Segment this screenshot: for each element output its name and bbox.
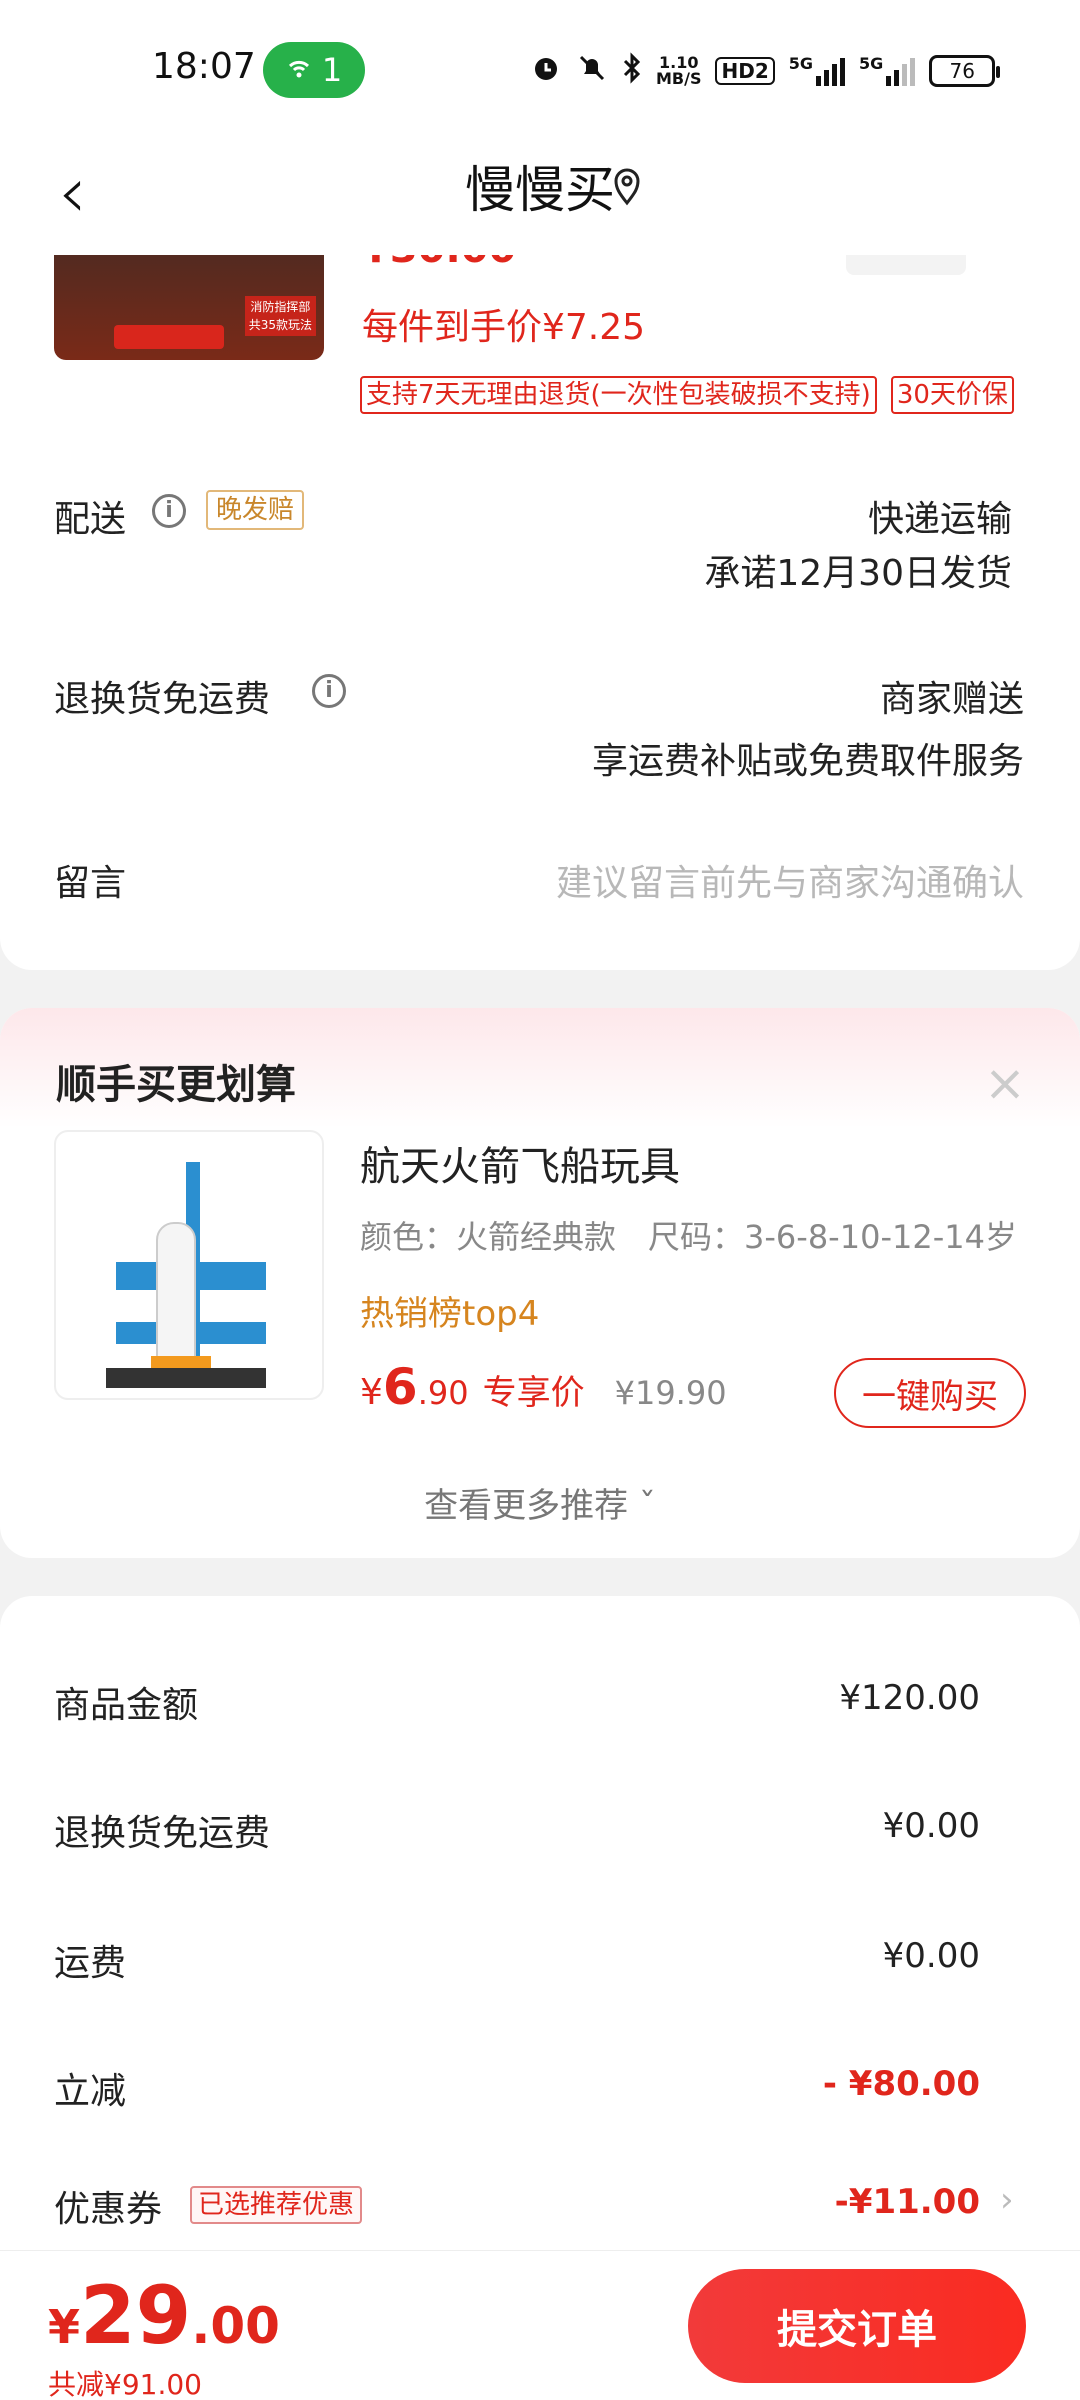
status-time: 18:07 (152, 46, 256, 87)
summary-value: - ¥80.00 (822, 2064, 980, 2104)
exclusive-price-label: 专享价 (482, 1373, 585, 1413)
late-compensation-badge: 晚发赔 (206, 490, 305, 530)
hot-rank-label: 热销榜top4 (360, 1294, 540, 1334)
net-speed: 1.10 MB/S (656, 55, 701, 87)
location-pin-icon[interactable] (612, 166, 642, 206)
one-click-buy-button[interactable]: 一键购买 (834, 1358, 1026, 1428)
coupon-recommended-tag: 已选推荐优惠 (190, 2186, 363, 2224)
return-shipping-value: 商家赠送 (879, 679, 1024, 720)
recommend-card: 顺手买更划算 × 航天火箭飞船玩具 颜色：火箭经典款 尺码：3-6-8-10-1… (0, 1008, 1080, 1558)
mute-bell-icon (576, 52, 608, 91)
net-speed-unit: MB/S (656, 69, 702, 88)
summary-label: 退换货免运费 (54, 1813, 271, 1854)
hotspot-count: 1 (321, 51, 343, 89)
hotspot-pill[interactable]: 1 (263, 42, 365, 98)
recommend-product-image[interactable] (54, 1130, 324, 1400)
status-icons: 1.10 MB/S HD2 5G 5G 76 (530, 48, 1001, 94)
summary-label: 商品金额 (54, 1685, 199, 1726)
signal-2-icon: 5G (859, 54, 916, 86)
signal-1-icon: 5G (788, 54, 846, 86)
summary-value: ¥0.00 (882, 1806, 980, 1846)
summary-value: ¥120.00 (839, 1678, 980, 1718)
close-icon[interactable]: × (984, 1054, 1026, 1112)
price-protect-tag: 30天价保 (890, 376, 1014, 414)
alarm-icon (530, 52, 562, 91)
total-price: ¥29.00 (48, 2269, 280, 2362)
see-more-recommend-link[interactable]: 查看更多推荐 ˇ (0, 1478, 1080, 1527)
delivery-row[interactable]: 配送 i 晚发赔 快递运输 承诺12月30日发货 (54, 490, 1024, 600)
return-shipping-label: 退换货免运费 (54, 679, 271, 720)
rocket-base-graphic (106, 1368, 266, 1388)
delivery-method: 快递运输 (867, 499, 1012, 540)
summary-row-shipping: 运费 ¥0.00 (54, 1934, 980, 1994)
nav-bar: ‹ 慢慢买 (0, 140, 1080, 255)
message-input[interactable]: 建议留言前先与商家沟通确认 (556, 854, 1024, 906)
delivery-promise: 承诺12月30日发货 (704, 553, 1012, 594)
summary-value: -¥11.00 (834, 2182, 980, 2222)
bluetooth-icon (622, 51, 642, 91)
truck-graphic (114, 325, 224, 349)
page-title: 慢慢买 (465, 161, 615, 219)
per-item-price: 每件到手价¥7.25 (362, 307, 646, 348)
return-shipping-desc: 享运费补贴或免费取件服务 (591, 741, 1024, 782)
signal-1-label: 5G (788, 54, 814, 73)
order-item-card: 消防指挥部 共35款玩法 ¥30.00 每件到手价¥7.25 支持7天无理由退货… (0, 200, 1080, 970)
status-bar: 18:07 1 1.10 MB/S HD2 5G 5G 76 (0, 0, 1080, 140)
summary-label: 运费 (54, 1943, 127, 1984)
hotspot-icon (286, 51, 312, 89)
total-saved: 共减¥91.00 (48, 2368, 202, 2400)
image-tag-line2: 共35款玩法 (248, 318, 312, 332)
image-tag-line1: 消防指挥部 (250, 300, 311, 314)
product-image-tag: 消防指挥部 共35款玩法 (244, 296, 316, 336)
total-int: 29 (80, 2269, 192, 2362)
recommend-title: 顺手买更划算 (56, 1062, 296, 1108)
total-symbol: ¥ (48, 2300, 81, 2354)
summary-row-return-shipping: 退换货免运费 ¥0.00 (54, 1804, 980, 1864)
summary-row-discount: 立减 - ¥80.00 (54, 2062, 980, 2122)
return-shipping-row[interactable]: 退换货免运费 i 商家赠送 享运费补贴或免费取件服务 (54, 670, 1024, 782)
info-icon[interactable]: i (312, 674, 346, 708)
price-int: 6 (382, 1358, 418, 1416)
message-label: 留言 (54, 863, 127, 904)
chevron-right-icon[interactable]: › (1000, 2180, 1014, 2220)
hd-voice-icon: HD2 (715, 57, 775, 85)
info-icon[interactable]: i (152, 494, 186, 528)
service-tags: 支持7天无理由退货(一次性包装破损不支持) 30天价保 (360, 376, 1014, 414)
battery-level: 76 (949, 59, 975, 83)
recommend-product-name[interactable]: 航天火箭飞船玩具 (360, 1134, 680, 1192)
price-symbol: ¥ (360, 1372, 383, 1413)
submit-order-button[interactable]: 提交订单 (688, 2269, 1026, 2383)
summary-label: 立减 (54, 2071, 127, 2112)
battery-icon: 76 (929, 55, 1001, 87)
original-price: ¥19.90 (614, 1374, 727, 1412)
summary-row-goods: 商品金额 ¥120.00 (54, 1676, 980, 1736)
summary-label: 优惠券 (54, 2189, 163, 2230)
summary-value: ¥0.00 (882, 1936, 980, 1976)
top-header-area: 18:07 1 1.10 MB/S HD2 5G 5G 76 ‹ 慢慢买 (0, 0, 1080, 255)
total-dec: .00 (191, 2297, 280, 2355)
return-policy-tag: 支持7天无理由退货(一次性包装破损不支持) (360, 376, 877, 414)
message-row[interactable]: 留言 建议留言前先与商家沟通确认 (54, 854, 1024, 914)
summary-row-coupon[interactable]: 优惠券 已选推荐优惠 -¥11.00 (54, 2180, 980, 2240)
price-summary-card: 商品金额 ¥120.00 退换货免运费 ¥0.00 运费 ¥0.00 立减 - … (0, 1596, 1080, 2296)
checkout-bar: ¥29.00 共减¥91.00 提交订单 (0, 2250, 1080, 2400)
recommend-product-spec: 颜色：火箭经典款 尺码：3-6-8-10-12-14岁 (360, 1218, 1017, 1256)
recommend-price: ¥6.90 专享价 ¥19.90 (360, 1358, 727, 1416)
signal-2-label: 5G (859, 54, 884, 73)
delivery-label: 配送 (54, 499, 127, 540)
price-dec: .90 (417, 1374, 469, 1412)
